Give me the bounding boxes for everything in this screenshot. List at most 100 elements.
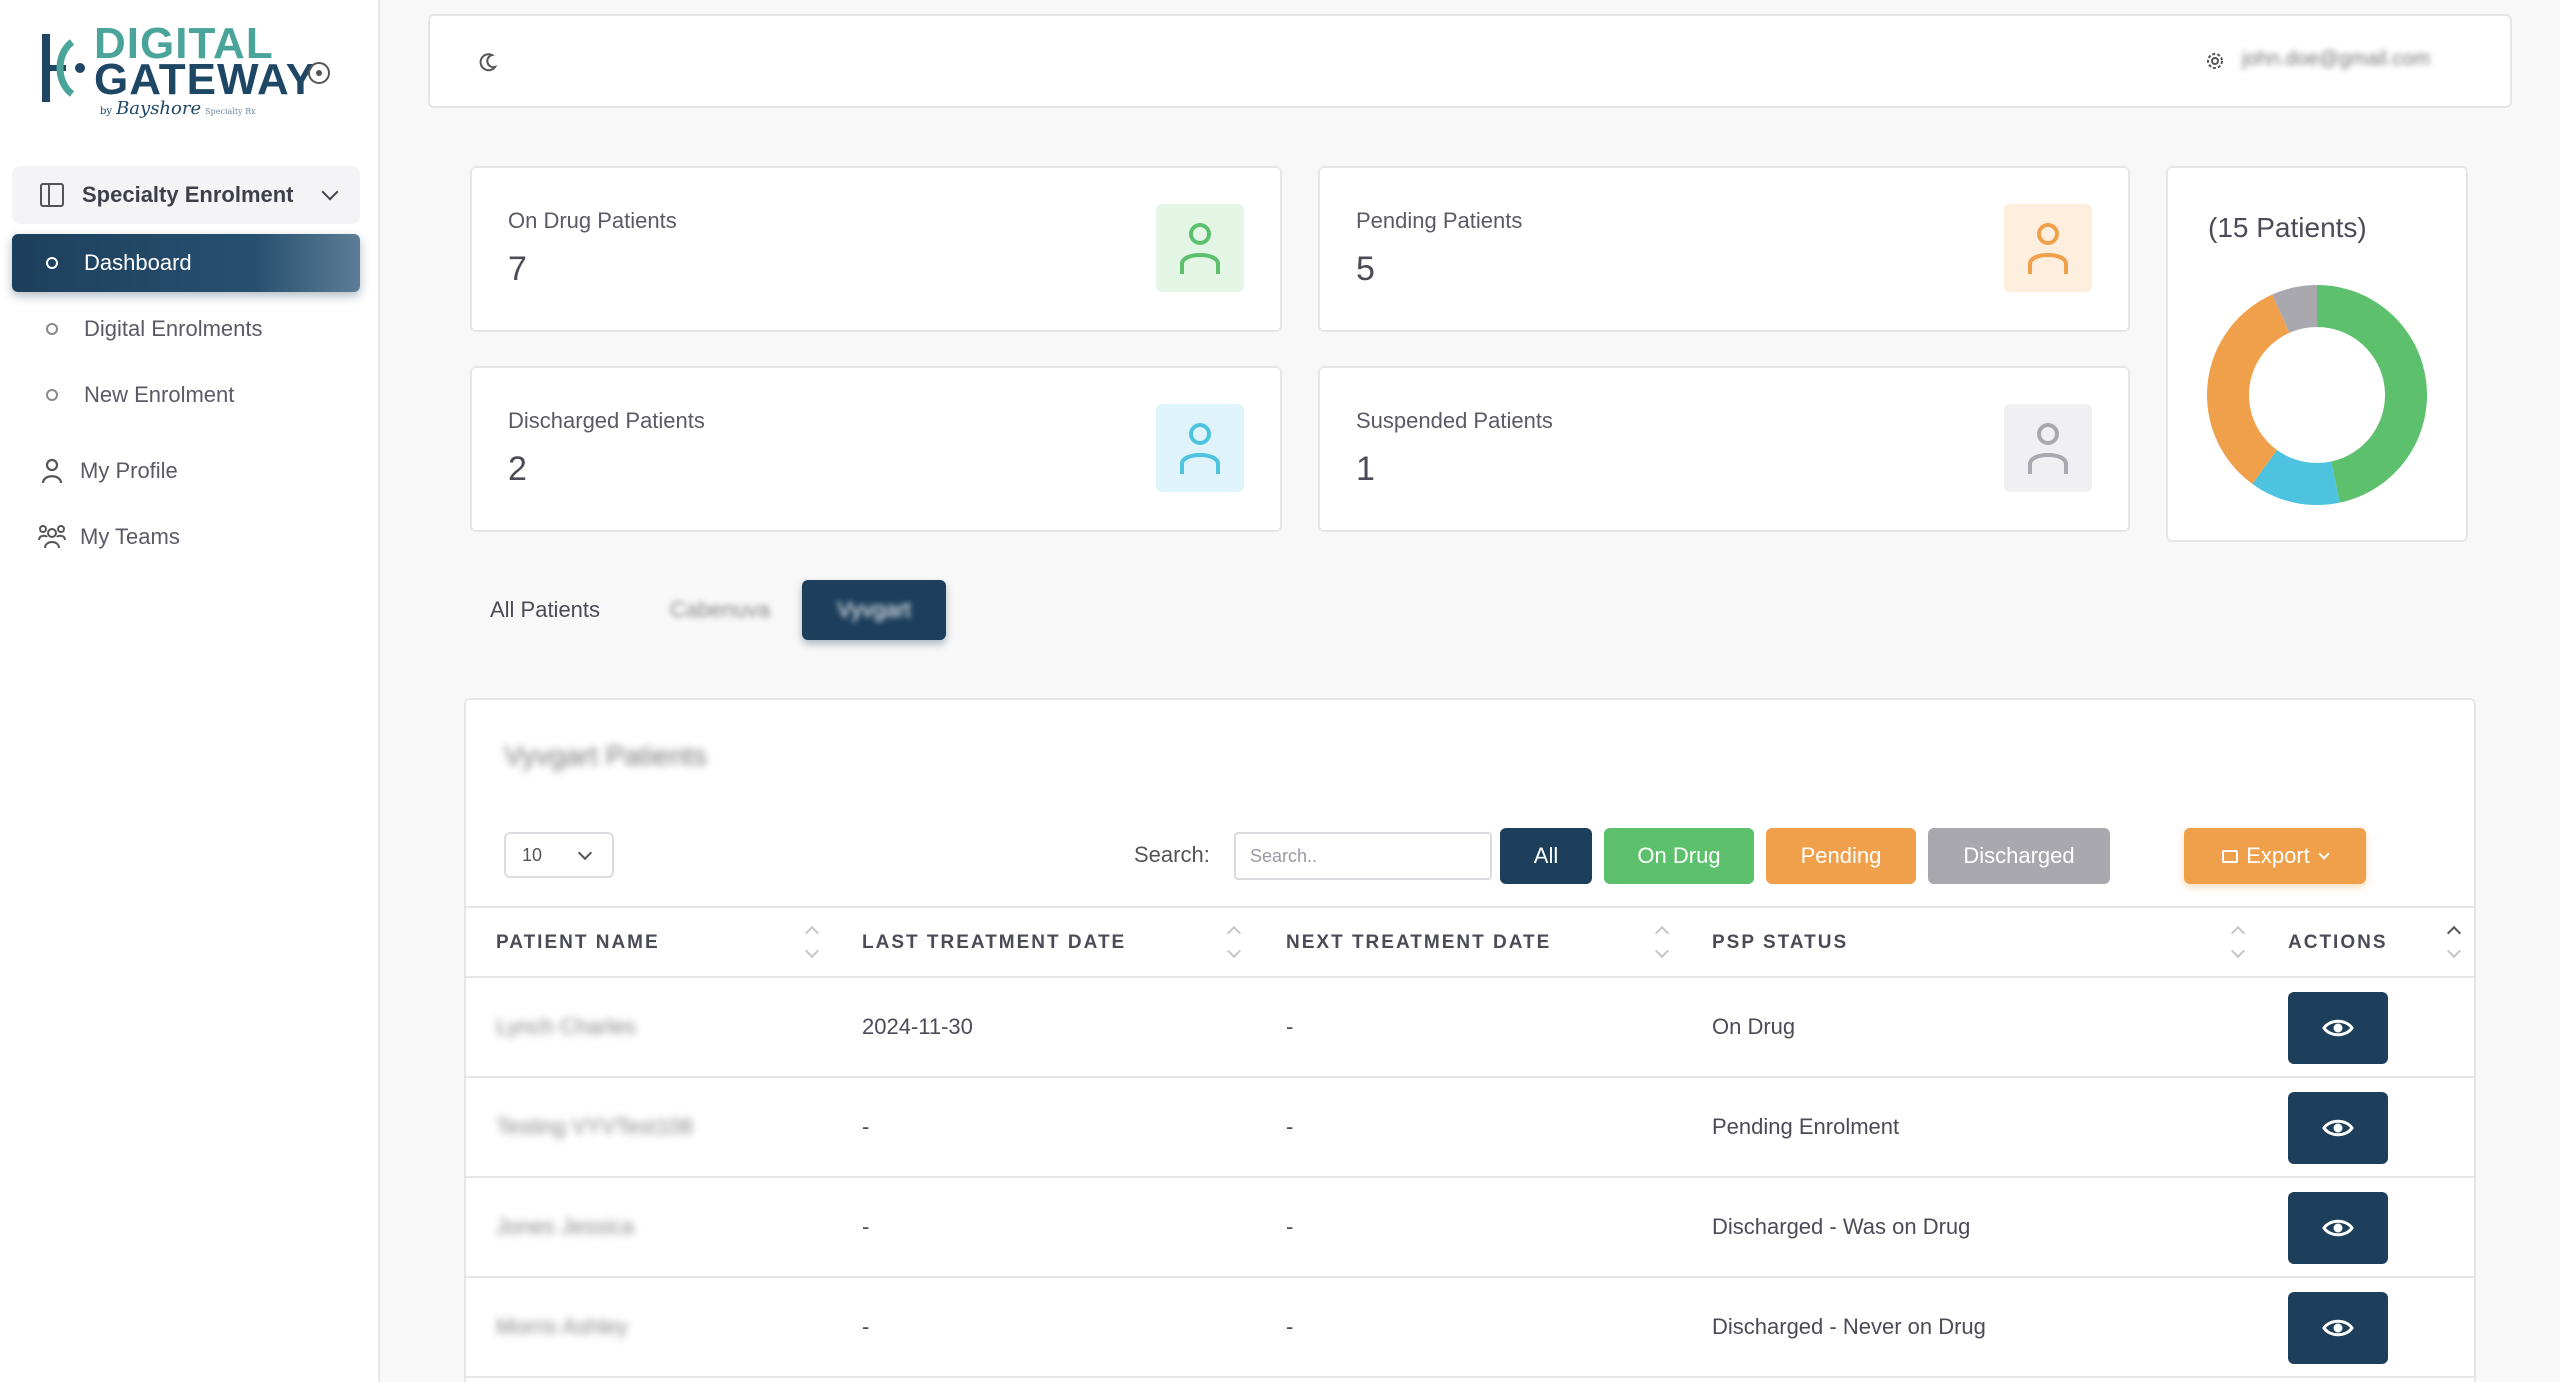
gear-icon[interactable] xyxy=(2204,50,2226,72)
patients-donut-chart-card: (15 Patients) xyxy=(2166,166,2468,542)
sidebar-item-dashboard[interactable]: Dashboard xyxy=(12,234,360,292)
cell-patient-name: Testing VYVTest108 xyxy=(496,1114,693,1139)
view-patient-button[interactable] xyxy=(2288,992,2388,1064)
tab-label: Cabenuva xyxy=(669,597,771,622)
sidebar-collapse-toggle-icon[interactable] xyxy=(308,62,330,84)
sidebar-item-label: My Teams xyxy=(80,524,180,549)
top-bar: john.doe@gmail.com xyxy=(428,14,2512,108)
filter-discharged-button[interactable]: Discharged xyxy=(1928,828,2110,884)
tab-cabenuva[interactable]: Cabenuva xyxy=(650,580,790,640)
table-header: PATIENT NAME LAST TREATMENT DATE NEXT TR… xyxy=(466,906,2474,978)
moon-icon[interactable] xyxy=(478,52,498,72)
cell-next-treatment-date: - xyxy=(1286,1314,1294,1339)
logo-line-2: GATEWAY xyxy=(94,55,317,104)
logo-maker: Bayshore xyxy=(116,98,202,119)
user-icon xyxy=(1180,423,1220,474)
filter-pending-button[interactable]: Pending xyxy=(1766,828,1916,884)
page-length-select[interactable]: 10 xyxy=(504,832,614,878)
eye-icon xyxy=(2322,1319,2354,1337)
user-icon xyxy=(1180,223,1220,274)
search-input[interactable] xyxy=(1234,832,1492,880)
patients-table-panel: Vyvgart Patients 10 Search: All On Drug … xyxy=(464,698,2476,1382)
donut-slice-on-drug[interactable] xyxy=(2317,285,2427,503)
filter-on-drug-button[interactable]: On Drug xyxy=(1604,828,1754,884)
sort-icon[interactable] xyxy=(1226,922,1240,962)
cell-last-treatment-date: - xyxy=(862,1214,870,1239)
search-label: Search: xyxy=(1134,842,1210,867)
view-patient-button[interactable] xyxy=(2288,1292,2388,1364)
stat-label: Pending Patients xyxy=(1356,208,1523,233)
column-header-next-treatment-date[interactable]: NEXT TREATMENT DATE xyxy=(1286,932,1551,954)
donut-chart xyxy=(2207,285,2427,505)
cell-next-treatment-date: - xyxy=(1286,1014,1294,1039)
user-icon xyxy=(2028,423,2068,474)
cell-patient-name: Jones Jessica xyxy=(496,1214,635,1239)
sidebar-item-label: My Profile xyxy=(80,458,178,483)
column-header-patient-name[interactable]: PATIENT NAME xyxy=(496,932,660,954)
cell-next-treatment-date: - xyxy=(1286,1214,1294,1239)
export-button[interactable]: Export xyxy=(2184,828,2366,884)
chevron-down-icon xyxy=(577,845,593,861)
sidebar: DIGITAL GATEWAY by Bayshore Specialty Rx S… xyxy=(0,0,380,1382)
sort-icon[interactable] xyxy=(2446,922,2460,962)
cell-last-treatment-date: 2024-11-30 xyxy=(862,1014,973,1039)
user-icon xyxy=(2028,223,2068,274)
nav-section-label: Specialty Enrolment xyxy=(82,182,294,207)
tab-vyvgart[interactable]: Vyvgart xyxy=(802,580,946,640)
stat-label: Discharged Patients xyxy=(508,408,705,433)
sort-icon[interactable] xyxy=(804,922,818,962)
sidebar-item-new-enrolment[interactable]: New Enrolment xyxy=(12,366,360,424)
sort-icon[interactable] xyxy=(1654,922,1668,962)
column-header-last-treatment-date[interactable]: LAST TREATMENT DATE xyxy=(862,932,1126,954)
cell-psp-status: Discharged - Never on Drug xyxy=(1712,1314,1986,1339)
cell-psp-status: Discharged - Was on Drug xyxy=(1712,1214,1971,1239)
stat-value: 1 xyxy=(1356,450,1375,488)
brand-logo[interactable]: DIGITAL GATEWAY by Bayshore Specialty Rx xyxy=(36,22,315,122)
sidebar-item-label: Dashboard xyxy=(84,250,192,275)
logo-h-mark-icon xyxy=(42,34,85,102)
view-patient-button[interactable] xyxy=(2288,1192,2388,1264)
logo-by: by xyxy=(100,106,113,117)
logo-byline: by Bayshore Specialty Rx xyxy=(100,98,256,119)
sidebar-item-label: Digital Enrolments xyxy=(84,316,263,341)
sidebar-item-label: New Enrolment xyxy=(84,382,235,407)
eye-icon xyxy=(2322,1219,2354,1237)
cell-last-treatment-date: - xyxy=(862,1314,870,1339)
user-icon xyxy=(41,458,63,484)
layout-sidebar-icon xyxy=(40,183,64,207)
stat-badge xyxy=(2004,404,2092,492)
tab-label: All Patients xyxy=(489,597,601,622)
stat-label: On Drug Patients xyxy=(508,208,677,233)
bullet-icon xyxy=(46,389,58,401)
table-row: Morris Ashley - - Discharged - Never on … xyxy=(466,1278,2474,1378)
cell-last-treatment-date: - xyxy=(862,1114,870,1139)
cell-psp-status: On Drug xyxy=(1712,1014,1796,1039)
stat-card-discharged: Discharged Patients 2 xyxy=(470,366,1282,532)
cell-patient-name: Lynch Charles xyxy=(496,1014,636,1039)
nav-section-specialty-enrolment[interactable]: Specialty Enrolment xyxy=(12,166,360,224)
sidebar-item-my-profile[interactable]: My Profile xyxy=(12,442,360,500)
stat-value: 5 xyxy=(1356,250,1375,288)
sidebar-item-digital-enrolments[interactable]: Digital Enrolments xyxy=(12,300,360,358)
view-patient-button[interactable] xyxy=(2288,1092,2388,1164)
cell-psp-status: Pending Enrolment xyxy=(1712,1114,1900,1139)
stat-card-on-drug: On Drug Patients 7 xyxy=(470,166,1282,332)
stat-card-suspended: Suspended Patients 1 xyxy=(1318,366,2130,532)
cell-next-treatment-date: - xyxy=(1286,1114,1294,1139)
sidebar-item-my-teams[interactable]: My Teams xyxy=(12,508,360,566)
filter-all-button[interactable]: All xyxy=(1500,828,1592,884)
bullet-icon xyxy=(46,323,58,335)
cell-patient-name: Morris Ashley xyxy=(496,1314,629,1339)
user-email[interactable]: john.doe@gmail.com xyxy=(2242,48,2430,71)
stat-badge xyxy=(2004,204,2092,292)
tab-all-patients[interactable]: All Patients xyxy=(470,580,620,640)
stat-value: 2 xyxy=(508,450,527,488)
chart-title: (15 Patients) xyxy=(2208,212,2367,243)
tab-label: Vyvgart xyxy=(837,597,911,622)
column-header-psp-status[interactable]: PSP STATUS xyxy=(1712,932,1848,954)
chevron-down-icon xyxy=(2318,848,2330,860)
sort-icon[interactable] xyxy=(2230,922,2244,962)
logo-maker-sub: Specialty Rx xyxy=(205,107,256,116)
stat-card-pending: Pending Patients 5 xyxy=(1318,166,2130,332)
chevron-down-icon xyxy=(321,183,339,201)
